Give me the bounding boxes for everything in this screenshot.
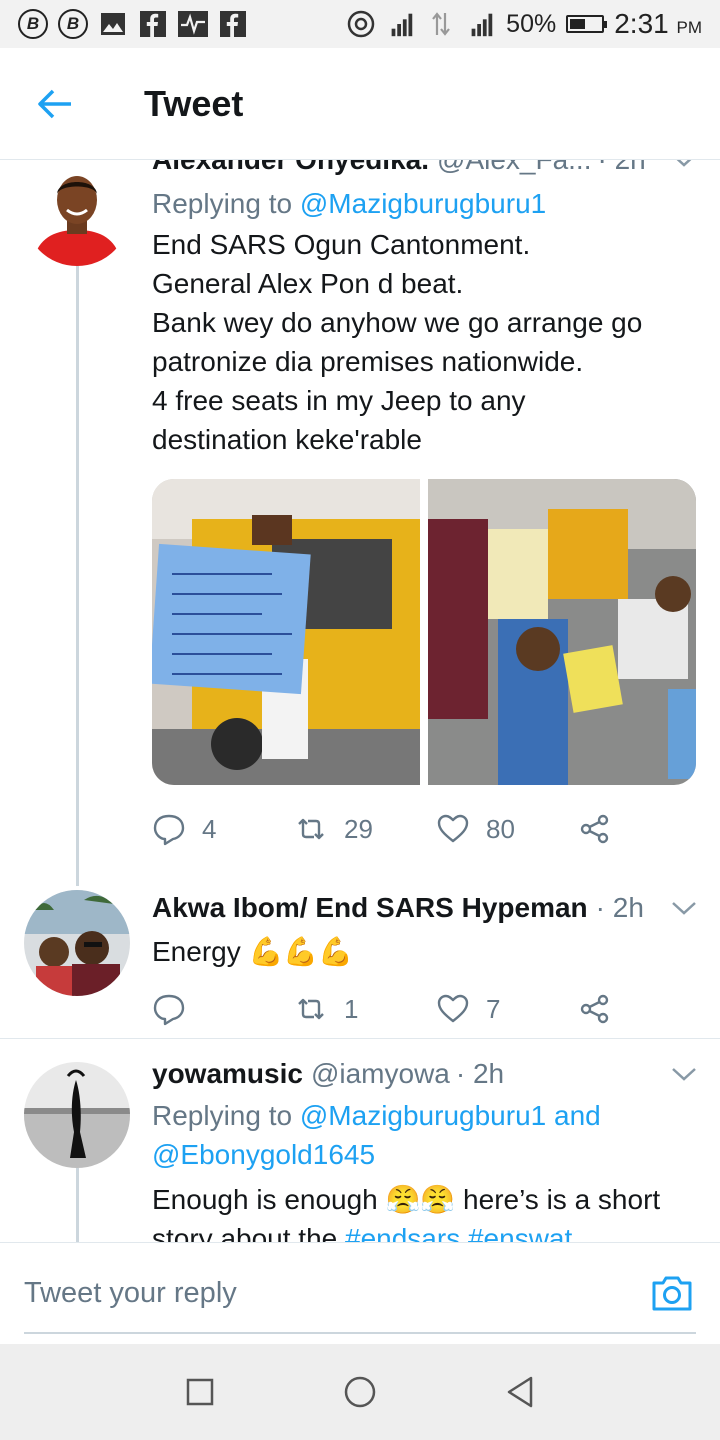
hotspot-icon <box>346 9 376 39</box>
pulse-icon <box>178 9 208 39</box>
tweet[interactable]: Akwa Ibom/ End SARS Hypeman · 2h Energy … <box>0 882 720 1038</box>
comment-icon <box>153 994 185 1026</box>
heart-icon <box>437 814 469 843</box>
tweet[interactable]: yowamusic @iamyowa · 2h Replying to @Maz… <box>0 1056 720 1242</box>
avatar[interactable] <box>24 160 130 266</box>
reply-input[interactable]: Tweet your reply <box>24 1277 237 1310</box>
replying-to: Replying to @Mazigburugburu1 and @Ebonyg… <box>152 1100 601 1170</box>
media-grid <box>152 479 696 785</box>
status-bar: B B 50% 2:31 PM <box>0 0 720 48</box>
chevron-down-icon[interactable] <box>670 898 698 918</box>
retweet-icon <box>298 998 324 1020</box>
retweet-button[interactable]: 29 <box>294 812 436 846</box>
display-name[interactable]: Akwa Ibom/ End SARS Hypeman <box>152 892 588 924</box>
mention-link[interactable]: @Ebonygold1645 <box>152 1139 375 1170</box>
system-back-button[interactable] <box>500 1372 540 1412</box>
divider <box>0 1038 720 1039</box>
share-icon <box>580 994 609 1024</box>
reply-composer: Tweet your reply <box>0 1242 720 1344</box>
chevron-down-icon[interactable] <box>670 1064 698 1084</box>
tweet[interactable]: Alexander Onyedika. @Alex_Fa... · 2h Rep… <box>0 160 720 886</box>
signal-icon <box>466 9 496 39</box>
battery-icon <box>566 15 608 33</box>
timestamp: · 2h <box>455 1058 505 1089</box>
gallery-icon <box>98 9 128 39</box>
hashtag-link[interactable]: #endsars <box>345 1223 460 1242</box>
avatar[interactable] <box>24 890 130 996</box>
display-name[interactable]: yowamusic <box>152 1058 303 1090</box>
battery-percent: 50% <box>506 9 557 38</box>
share-icon <box>580 814 609 844</box>
facebook-icon <box>218 9 248 39</box>
thread-line <box>76 1168 79 1242</box>
retweet-icon <box>298 818 324 840</box>
heart-icon <box>437 994 469 1023</box>
square-icon <box>186 1378 214 1406</box>
retweet-button[interactable]: 1 <box>294 992 436 1026</box>
clock: 2:31 PM <box>614 8 702 39</box>
share-button[interactable] <box>578 992 612 1026</box>
tweet-actions: 1 7 <box>152 989 698 1029</box>
display-name[interactable]: Alexander Onyedika. <box>152 160 429 176</box>
reply-feed[interactable]: Alexander Onyedika. @Alex_Fa... · 2h Rep… <box>0 160 720 1242</box>
share-button[interactable] <box>578 812 612 846</box>
circle-icon <box>344 1376 376 1408</box>
flexed-biceps-emoji: 💪💪💪 <box>248 936 354 967</box>
like-count: 80 <box>486 813 515 844</box>
tweet-photo[interactable] <box>428 479 696 785</box>
back-button[interactable] <box>0 48 110 160</box>
camera-button[interactable] <box>650 1273 694 1313</box>
like-button[interactable]: 7 <box>436 992 578 1026</box>
home-button[interactable] <box>340 1372 380 1412</box>
b-app-icon: B <box>58 9 88 39</box>
b-app-icon: B <box>18 9 48 39</box>
avatar[interactable] <box>24 1062 130 1168</box>
tweet-text: Enough is enough 😤😤 here’s is a short st… <box>152 1180 698 1242</box>
recents-button[interactable] <box>180 1372 220 1412</box>
timestamp: · 2h <box>595 892 644 923</box>
handle: @iamyowa <box>310 1058 450 1089</box>
arrow-left-icon <box>38 89 71 118</box>
chevron-down-icon[interactable] <box>670 160 698 170</box>
reply-button[interactable] <box>152 992 294 1026</box>
mention-link[interactable]: @Mazigburugburu1 <box>300 188 546 219</box>
signal-icon <box>386 9 416 39</box>
retweet-count: 29 <box>344 813 373 844</box>
facebook-icon <box>138 9 168 39</box>
page-title: Tweet <box>144 82 244 124</box>
top-app-bar: Tweet <box>0 48 720 160</box>
handle: @Alex_Fa... <box>437 160 591 176</box>
timestamp: · 2h <box>598 160 646 176</box>
steaming-face-emoji: 😤😤 <box>385 1184 456 1215</box>
triangle-back-icon <box>507 1376 533 1408</box>
camera-icon <box>652 1276 692 1311</box>
hashtag-link[interactable]: #enswat <box>468 1223 572 1242</box>
tweet-photo[interactable] <box>152 479 420 785</box>
like-count: 7 <box>486 993 501 1024</box>
input-underline <box>24 1332 696 1334</box>
data-transfer-icon <box>426 9 456 39</box>
retweet-count: 1 <box>344 993 359 1024</box>
like-button[interactable]: 80 <box>436 812 578 846</box>
tweet-actions: 4 29 80 <box>152 809 698 849</box>
replying-to: Replying to @Mazigburugburu1 <box>152 188 547 219</box>
comment-icon <box>153 814 185 846</box>
thread-line <box>76 266 79 886</box>
reply-button[interactable]: 4 <box>152 812 294 846</box>
tweet-text: End SARS Ogun Cantonment. General Alex P… <box>152 229 643 455</box>
reply-count: 4 <box>202 813 217 844</box>
system-nav-bar <box>0 1344 720 1440</box>
tweet-text: Energy 💪💪💪 <box>152 936 354 967</box>
mention-link[interactable]: @Mazigburugburu1 and <box>300 1100 601 1131</box>
